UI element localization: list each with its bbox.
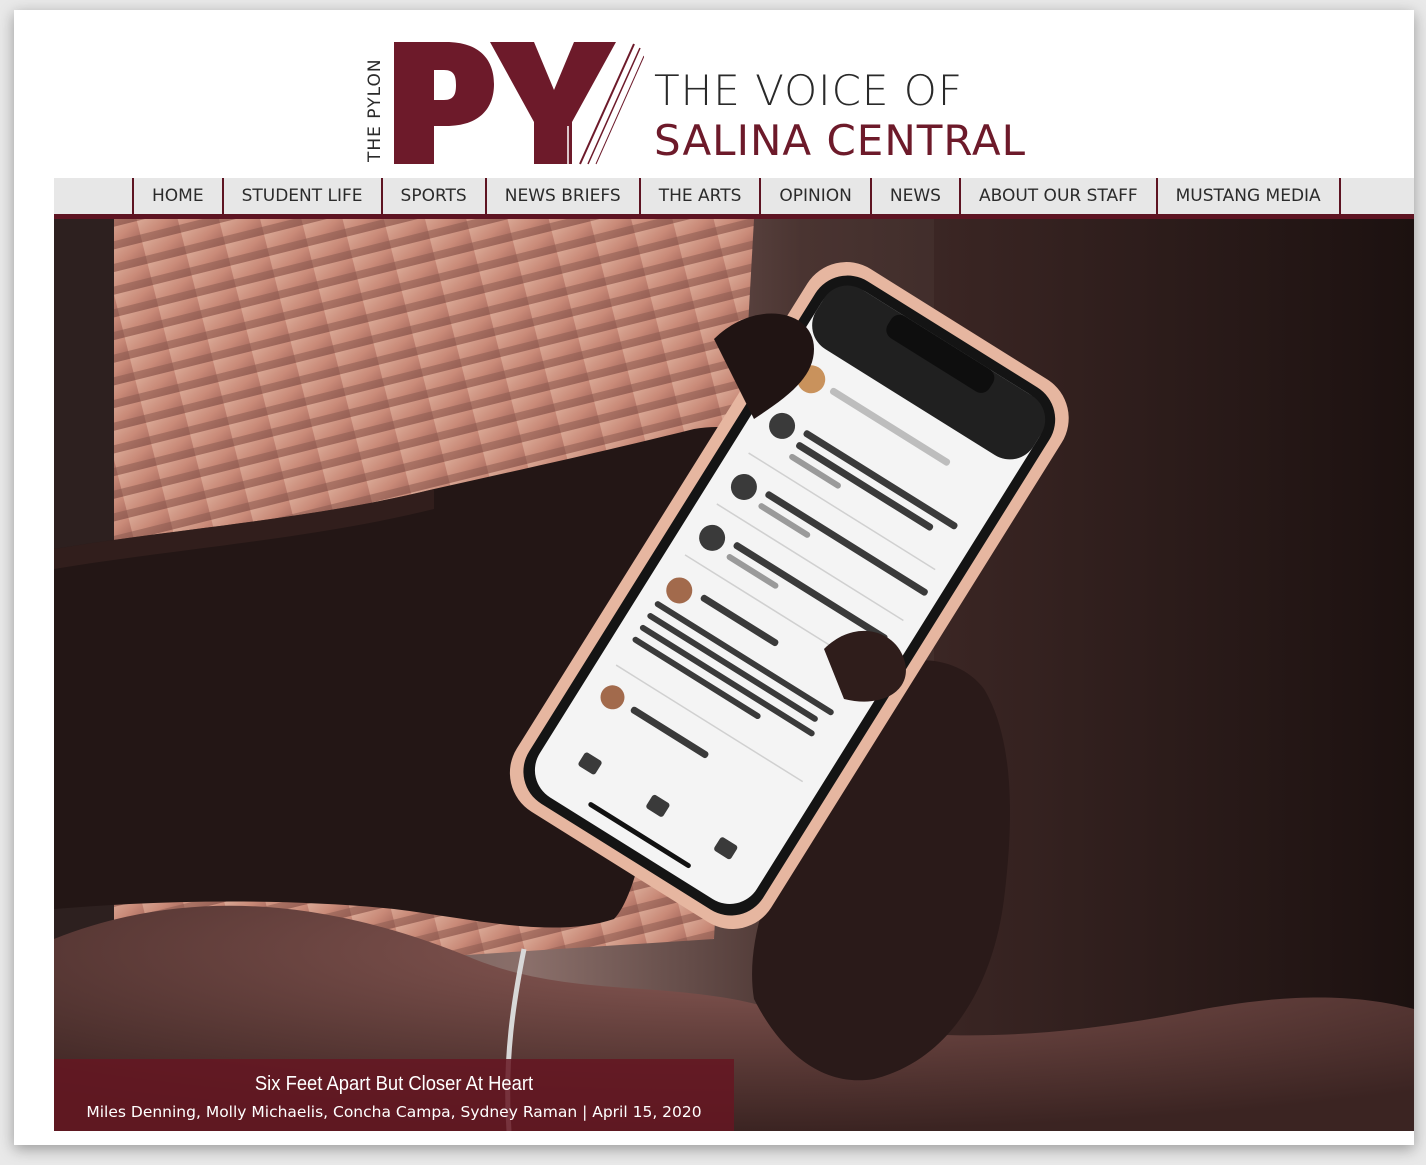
tagline-line-1: THE VOICE OF (654, 66, 963, 115)
nav-item-news[interactable]: NEWS (872, 178, 961, 214)
nav-item-home[interactable]: HOME (134, 178, 224, 214)
nav-item-the-arts[interactable]: THE ARTS (641, 178, 762, 214)
nav-item-opinion[interactable]: OPINION (761, 178, 872, 214)
featured-story[interactable]: Six Feet Apart But Closer At Heart Miles… (54, 219, 1414, 1131)
the-pylon-vertical-label: THE PYLON (364, 40, 386, 163)
svg-text:THE PYLON: THE PYLON (365, 58, 385, 163)
nav-item-mustang-media[interactable]: MUSTANG MEDIA (1158, 178, 1341, 214)
site-tagline: THE VOICE OF SALINA CENTRAL (654, 70, 1026, 162)
featured-caption[interactable]: Six Feet Apart But Closer At Heart Miles… (54, 1059, 734, 1131)
site-header-logo[interactable]: THE PYLON THE VOICE OF SALINA CENTRAL (364, 40, 1044, 165)
main-nav: HOME STUDENT LIFE SPORTS NEWS BRIEFS THE… (132, 178, 1341, 214)
tagline-line-2: SALINA CENTRAL (654, 116, 1027, 165)
nav-item-news-briefs[interactable]: NEWS BRIEFS (487, 178, 641, 214)
nav-item-sports[interactable]: SPORTS (383, 178, 487, 214)
nav-item-about-our-staff[interactable]: ABOUT OUR STAFF (961, 178, 1158, 214)
featured-story-title[interactable]: Six Feet Apart But Closer At Heart (81, 1073, 707, 1096)
main-nav-bar: HOME STUDENT LIFE SPORTS NEWS BRIEFS THE… (54, 178, 1414, 219)
page-frame: THE PYLON THE VOICE OF SALINA CENTRAL HO… (14, 10, 1414, 1145)
featured-photo (54, 219, 1414, 1131)
featured-story-byline: Miles Denning, Molly Michaelis, Concha C… (86, 1103, 702, 1121)
nav-item-student-life[interactable]: STUDENT LIFE (224, 178, 383, 214)
py-logo-mark (394, 42, 645, 171)
